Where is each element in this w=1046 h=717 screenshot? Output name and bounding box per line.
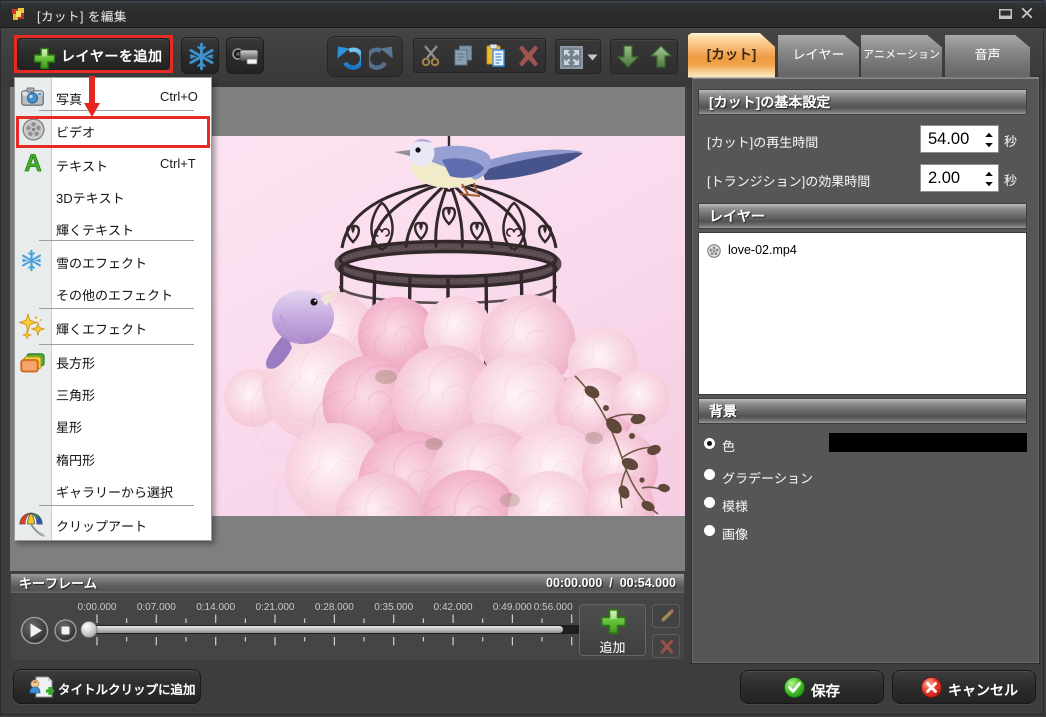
svg-text:A: A	[24, 151, 41, 175]
